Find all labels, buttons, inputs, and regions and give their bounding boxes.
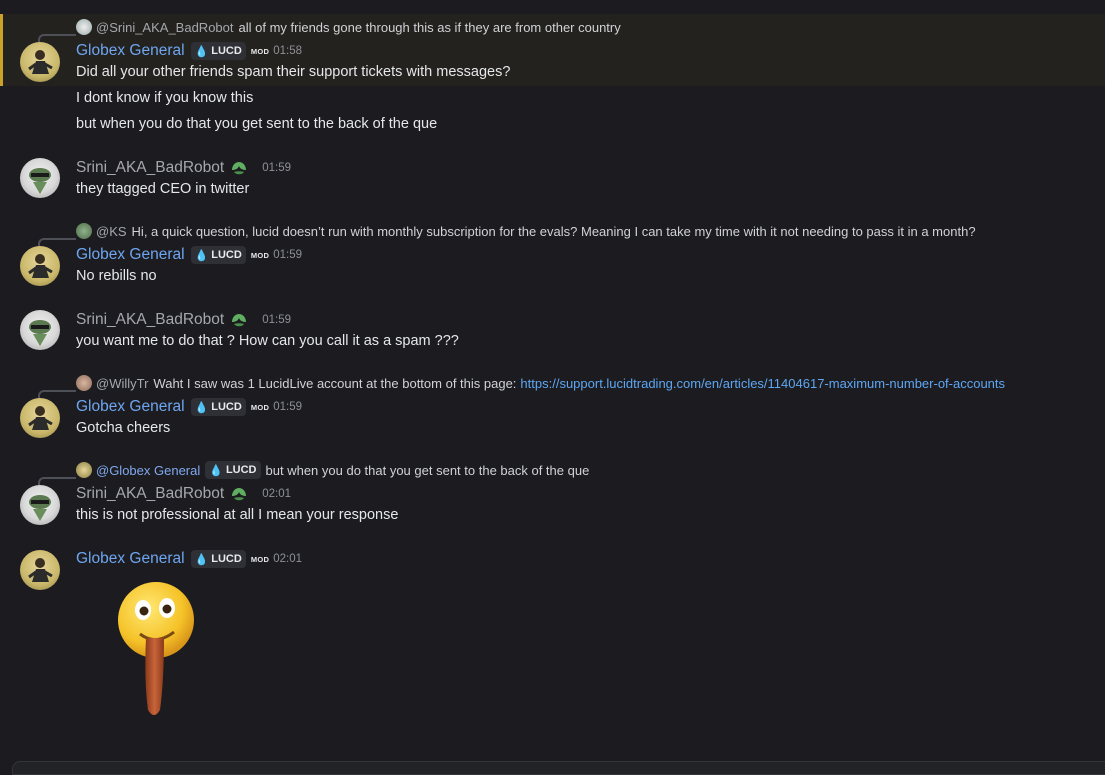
message-text: Did all your other friends spam their su… [76,64,511,80]
timestamp[interactable]: 02:01 [262,488,291,500]
droplet-icon: 💧 [209,464,223,477]
server-tag-badge[interactable]: 💧 LUCD [190,42,246,60]
reply-text: but when you do that you get sent to the… [265,462,590,478]
droplet-icon: 💧 [194,45,209,58]
server-tag-label: LUCD [211,401,242,413]
timestamp[interactable]: 01:59 [262,314,291,326]
username[interactable]: Srini_AKA_BadRobot [76,159,224,177]
reply-username[interactable]: @Globex General [96,463,200,478]
timestamp[interactable]: 01:59 [262,162,291,174]
message-text: they ttagged CEO in twitter [76,181,250,197]
server-tag-badge[interactable]: 💧 LUCD [190,246,246,264]
username[interactable]: Globex General [76,246,185,264]
leaf-badge-icon[interactable] [230,486,248,502]
avatar[interactable] [20,485,60,525]
server-tag-badge[interactable]: 💧 LUCD [190,398,246,416]
leaf-badge-icon[interactable] [230,312,248,328]
timestamp[interactable]: 01:58 [273,45,302,57]
server-tag-badge[interactable]: 💧 LUCD [190,550,246,568]
message-header: Srini_AKA_BadRobot 01:59 [76,309,291,331]
mod-badge: MOD [250,46,270,56]
mod-badge: MOD [250,554,270,564]
server-tag-badge[interactable]: 💧 LUCD [205,461,261,479]
message-text: this is not professional at all I mean y… [76,507,399,523]
server-tag-label: LUCD [211,553,242,565]
message-header: Globex General 💧 LUCD MOD 01:59 [76,396,302,418]
reply-link[interactable]: https://support.lucidtrading.com/en/arti… [520,376,1005,391]
reply-preview[interactable]: @Globex General 💧 LUCD but when you do th… [76,461,589,479]
message-text: but when you do that you get sent to the… [76,116,438,132]
message-text: you want me to do that ? How can you cal… [76,333,459,349]
username[interactable]: Srini_AKA_BadRobot [76,485,224,503]
avatar[interactable] [20,246,60,286]
mod-badge: MOD [250,402,270,412]
timestamp[interactable]: 01:59 [273,249,302,261]
server-tag-label: LUCD [211,45,242,57]
reply-text: Hi, a quick question, lucid doesn’t run … [131,223,976,239]
reply-text: Waht I saw was 1 LucidLive account at th… [153,375,517,391]
reply-avatar-icon [76,19,92,35]
avatar[interactable] [20,398,60,438]
server-tag-label: LUCD [211,249,242,261]
message-text: I dont know if you know this [76,90,254,106]
reply-preview[interactable]: @WillyTr Waht I saw was 1 LucidLive acco… [76,374,1005,392]
avatar[interactable] [20,158,60,198]
droplet-icon: 💧 [194,401,209,414]
message-header: Globex General 💧 LUCD MOD 02:01 [76,548,302,570]
username[interactable]: Globex General [76,42,185,60]
reply-username[interactable]: @KS [96,224,127,239]
message-header: Srini_AKA_BadRobot 02:01 [76,483,291,505]
message-header: Srini_AKA_BadRobot 01:59 [76,157,291,179]
username[interactable]: Globex General [76,550,185,568]
reply-avatar-icon [76,223,92,239]
avatar[interactable] [20,310,60,350]
reply-avatar-icon [76,375,92,391]
mod-badge: MOD [250,250,270,260]
reply-preview[interactable]: @Srini_AKA_BadRobot all of my friends go… [76,18,621,36]
reply-preview[interactable]: @KS Hi, a quick question, lucid doesn’t … [76,222,976,240]
reply-avatar-icon [76,462,92,478]
server-tag-label: LUCD [225,464,257,476]
username[interactable]: Globex General [76,398,185,416]
leaf-badge-icon[interactable] [230,160,248,176]
message-header: Globex General 💧 LUCD MOD 01:58 [76,40,302,62]
message-text: No rebills no [76,268,157,284]
message-text: Gotcha cheers [76,420,171,436]
reply-username[interactable]: @Srini_AKA_BadRobot [96,20,234,35]
top-strip [0,0,1105,14]
avatar[interactable] [20,42,60,82]
tongue-out-emoji-sticker[interactable] [112,580,202,722]
avatar[interactable] [20,550,60,590]
reply-username[interactable]: @WillyTr [96,376,148,391]
droplet-icon: 💧 [194,249,209,262]
message-header: Globex General 💧 LUCD MOD 01:59 [76,244,302,266]
reply-text: all of my friends gone through this as i… [238,19,621,35]
timestamp[interactable]: 01:59 [273,401,302,413]
droplet-icon: 💧 [194,553,209,566]
message-input-bar[interactable] [12,761,1105,775]
timestamp[interactable]: 02:01 [273,553,302,565]
username[interactable]: Srini_AKA_BadRobot [76,311,224,329]
